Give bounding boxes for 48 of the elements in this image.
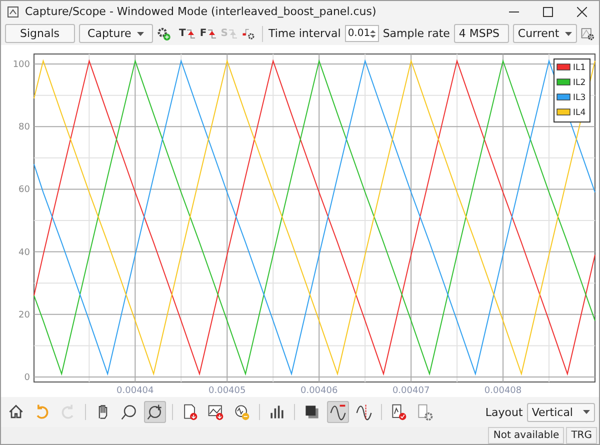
legend-label: IL3 [573, 93, 586, 103]
tick-label: 0.00405 [208, 386, 246, 396]
close-icon[interactable] [577, 6, 587, 16]
caret-icon [137, 32, 144, 36]
app-icon [7, 6, 19, 18]
window-title: Capture/Scope - Windowed Mode (interleaved_boost_panel.cus) [25, 5, 378, 18]
zoom-in-icon [146, 403, 164, 421]
signal-export-icon [233, 403, 251, 421]
sample-rate-label: Sample rate [382, 27, 450, 40]
document-settings-icon [416, 403, 434, 421]
tick-label: 100 [12, 60, 30, 70]
bar-chart-icon [268, 403, 286, 421]
status-field: TRG [566, 427, 597, 444]
squares-icon [303, 403, 321, 421]
legend-label: IL4 [573, 108, 586, 118]
document-check-icon [390, 403, 408, 421]
waveform-icon [329, 403, 347, 421]
tool-button[interactable] [327, 401, 349, 423]
legend-label: IL2 [573, 78, 586, 88]
tick-label: 60 [18, 185, 30, 196]
time-interval-label: Time interval [268, 27, 341, 40]
tick-label: 80 [18, 122, 30, 133]
signals-button[interactable]: Signals [5, 24, 75, 43]
status-field: Not available [488, 427, 564, 444]
tick-label: 0 [24, 373, 30, 383]
mode-dropdown[interactable]: Capture [78, 24, 154, 43]
caret-icon [583, 410, 590, 414]
legend-label: IL1 [573, 63, 586, 73]
tick-label: 0.00404 [116, 386, 154, 396]
tick-label: 0.00406 [300, 386, 338, 396]
time-interval-field[interactable]: 0.01 [344, 25, 379, 42]
tick-label: 40 [18, 248, 30, 258]
tool-button[interactable] [144, 401, 166, 423]
layout-dropdown[interactable]: Vertical [526, 402, 595, 422]
layout-label: Layout [485, 406, 523, 418]
image-export-icon [207, 403, 225, 421]
tick-label: 0.00407 [392, 386, 430, 396]
spin-arrows-icon[interactable] [370, 28, 376, 38]
tick-label: 0.00408 [484, 386, 522, 396]
sample-rate-dropdown[interactable]: 4 MSPS [454, 24, 509, 43]
tick-label: 20 [18, 310, 30, 320]
zoom-icon [120, 403, 138, 421]
document-export-icon [181, 403, 199, 421]
maximize-icon[interactable] [543, 6, 553, 16]
home-icon [7, 403, 25, 421]
caret-icon [565, 32, 572, 36]
cursor-waveform-icon [355, 403, 373, 421]
channel-dropdown[interactable]: Current [512, 24, 578, 43]
